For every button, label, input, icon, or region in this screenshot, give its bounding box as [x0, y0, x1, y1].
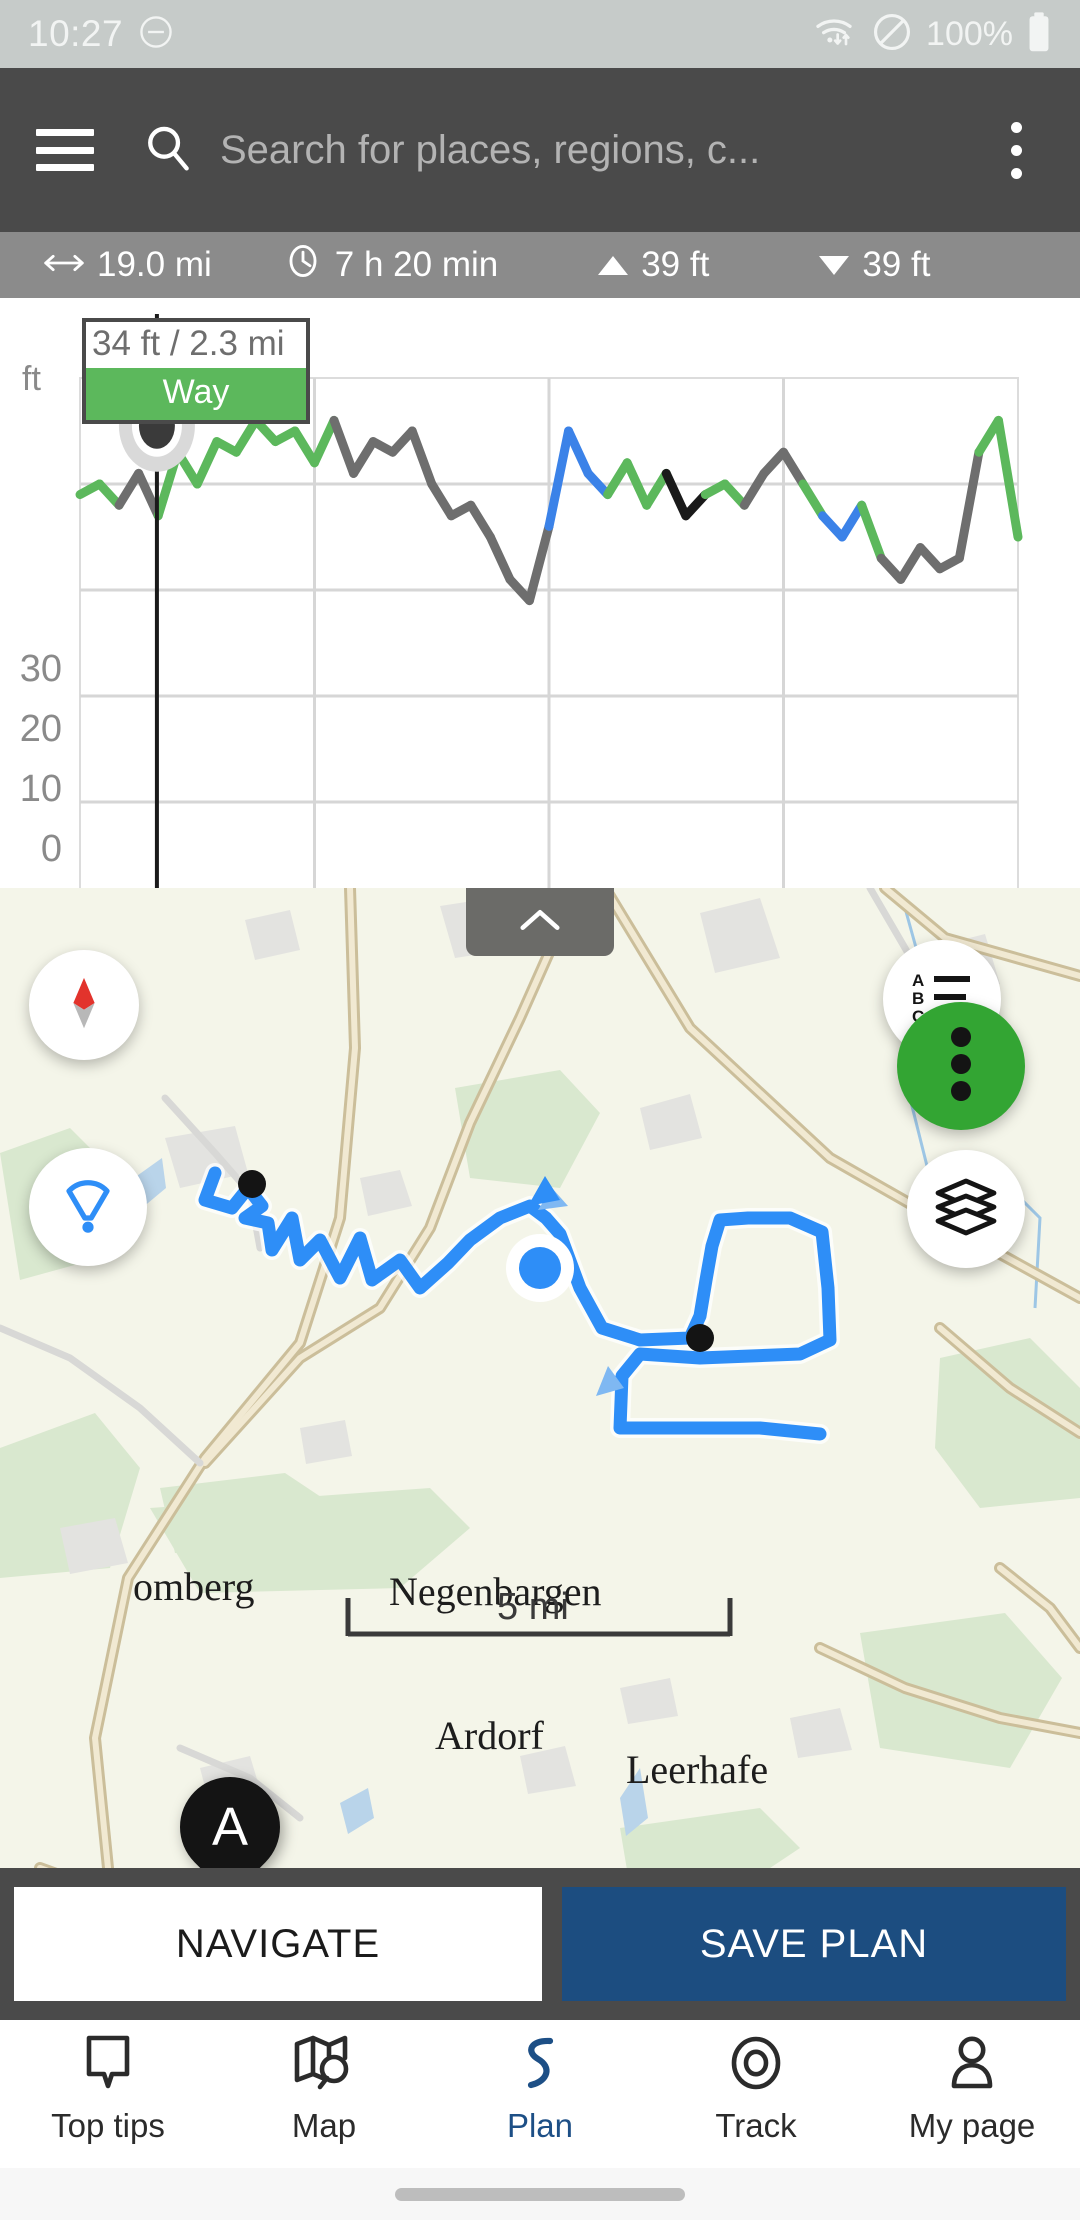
collapse-chart-button[interactable]: [466, 888, 614, 956]
action-button-bar: NAVIGATE SAVE PLAN: [0, 1868, 1080, 2020]
elevation-chart-panel[interactable]: ft 30 20 10 0 34 ft / 2.3 mi Way: [0, 298, 1080, 888]
nav-label: Top tips: [51, 2107, 165, 2144]
kebab-menu-icon[interactable]: [988, 121, 1044, 179]
stat-distance-value: 19.0 mi: [97, 245, 212, 284]
chart-tooltip-value: 34 ft / 2.3 mi: [92, 324, 285, 363]
save-plan-button[interactable]: SAVE PLAN: [562, 1887, 1066, 2001]
person-icon: [944, 2034, 1000, 2097]
status-time: 10:27: [28, 13, 124, 54]
nav-item-top-tips[interactable]: Top tips: [0, 2034, 216, 2145]
search-input[interactable]: Search for places, regions, c...: [220, 128, 760, 173]
status-bar: 10:27 100%: [0, 0, 1080, 68]
chart-tooltip-category: Way: [86, 368, 306, 420]
wifi-icon: [814, 12, 858, 57]
map-more-actions-button[interactable]: [897, 1002, 1025, 1130]
clock-icon: [284, 242, 322, 289]
map-label: Negenbargen: [389, 1569, 602, 1614]
map-label: omberg: [133, 1564, 255, 1609]
nav-label: My page: [908, 2107, 1036, 2144]
stat-descent-value: 39 ft: [862, 245, 931, 284]
app-root: 10:27 100% Search for places, regions, c…: [0, 0, 1080, 2220]
compass-button[interactable]: [29, 950, 139, 1060]
gps-location-button[interactable]: [29, 1148, 147, 1266]
stat-descent: 39 ft: [819, 245, 930, 285]
ascent-triangle-up-icon: [598, 255, 629, 275]
hamburger-menu-icon[interactable]: [36, 129, 94, 171]
map-layers-button[interactable]: [907, 1150, 1025, 1268]
route-squiggle-icon: [512, 2034, 568, 2097]
bottom-navigation: Top tips Map Plan Track My page: [0, 2020, 1080, 2168]
route-stats-bar: 19.0 mi 7 h 20 min 39 ft 39 ft: [0, 232, 1080, 298]
chevron-up-icon: [517, 906, 563, 939]
search-bar[interactable]: Search for places, regions, c...: [142, 122, 988, 179]
nav-item-my-page[interactable]: My page: [864, 2034, 1080, 2145]
no-sim-icon: [871, 11, 913, 58]
bookmark-tip-icon: [80, 2034, 136, 2097]
svg-text:B: B: [912, 989, 924, 1008]
nav-label: Map: [291, 2107, 357, 2144]
battery-full-icon: [1026, 11, 1052, 58]
status-bar-left: 10:27: [28, 13, 175, 56]
search-icon: [142, 122, 194, 179]
kebab-menu-icon: [950, 1026, 972, 1107]
stat-distance: 19.0 mi: [44, 245, 212, 285]
map-label: Ardorf: [435, 1713, 544, 1758]
route-node-dot: [686, 1324, 714, 1352]
stat-duration-value: 7 h 20 min: [334, 245, 499, 284]
record-target-icon: [728, 2034, 784, 2097]
do-not-disturb-icon: [137, 13, 175, 56]
svg-text:A: A: [912, 971, 924, 990]
stat-ascent-value: 39 ft: [641, 245, 710, 284]
battery-percent: 100%: [926, 14, 1013, 53]
descent-triangle-down-icon: [819, 255, 850, 275]
stat-ascent: 39 ft: [598, 245, 709, 285]
navigate-button[interactable]: NAVIGATE: [14, 1887, 542, 2001]
app-toolbar: Search for places, regions, c...: [0, 68, 1080, 232]
nav-item-track[interactable]: Track: [648, 2034, 864, 2145]
route-node-dot: [238, 1170, 266, 1198]
nav-label: Plan: [506, 2107, 574, 2144]
stat-duration: 7 h 20 min: [284, 242, 498, 289]
nav-label: Track: [715, 2107, 797, 2144]
gesture-bar[interactable]: [0, 2168, 1080, 2220]
map-search-icon: [293, 2034, 355, 2097]
map-scale-label: 5 mi: [497, 1586, 569, 1628]
gesture-pill: [395, 2187, 685, 2201]
nav-item-plan[interactable]: Plan: [432, 2034, 648, 2145]
distance-arrows-icon: [44, 245, 84, 285]
nav-item-map[interactable]: Map: [216, 2034, 432, 2145]
status-bar-right: 100%: [814, 11, 1052, 58]
waypoint-label: A: [211, 1797, 249, 1857]
compass-icon: [56, 972, 112, 1039]
chart-tooltip: 34 ft / 2.3 mi Way: [82, 318, 310, 424]
map-layers-icon: [934, 1178, 998, 1241]
map-label: Leerhafe: [626, 1747, 769, 1792]
gps-heading-icon: [60, 1176, 116, 1239]
